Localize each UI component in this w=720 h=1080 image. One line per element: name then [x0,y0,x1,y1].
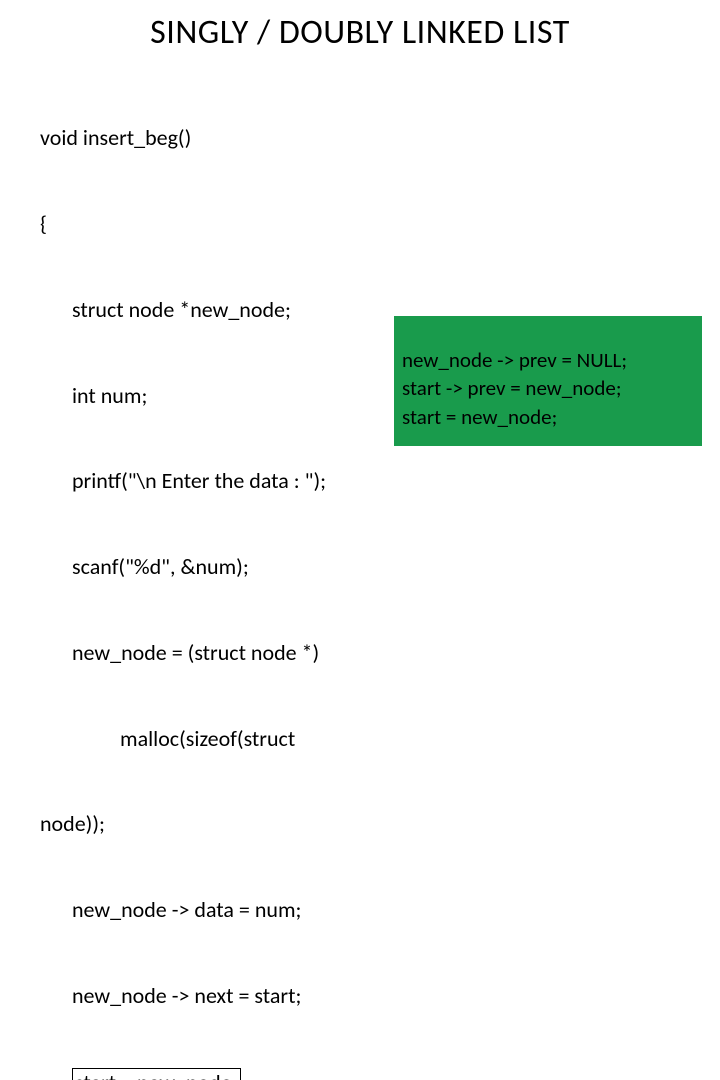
code-line-highlighted: start = new_node; [40,1068,720,1080]
page-title: SINGLY / DOUBLY LINKED LIST [0,0,720,61]
code-line: start -> prev = new_node; [402,374,694,402]
slide: SINGLY / DOUBLY LINKED LIST void insert_… [0,0,720,540]
content-area: void insert_beg() { struct node *new_nod… [0,61,720,1080]
code-line: scanf("%d", &num); [40,553,720,582]
code-line: printf("\n Enter the data : "); [40,467,720,496]
code-line: new_node -> data = num; [40,896,720,925]
singly-code-block: void insert_beg() { struct node *new_nod… [40,67,720,1080]
code-line: start = new_node; [402,403,694,431]
code-line: malloc(sizeof(struct [40,725,720,754]
code-line: new_node -> next = start; [40,982,720,1011]
code-line: new_node = (struct node *) [40,639,720,668]
doubly-code-block: new_node -> prev = NULL; start -> prev =… [394,316,702,446]
code-line: { [40,210,720,239]
code-line: void insert_beg() [40,124,720,153]
code-line: node)); [40,810,720,839]
highlight-box: start = new_node; [72,1068,241,1080]
code-line: new_node -> prev = NULL; [402,346,694,374]
